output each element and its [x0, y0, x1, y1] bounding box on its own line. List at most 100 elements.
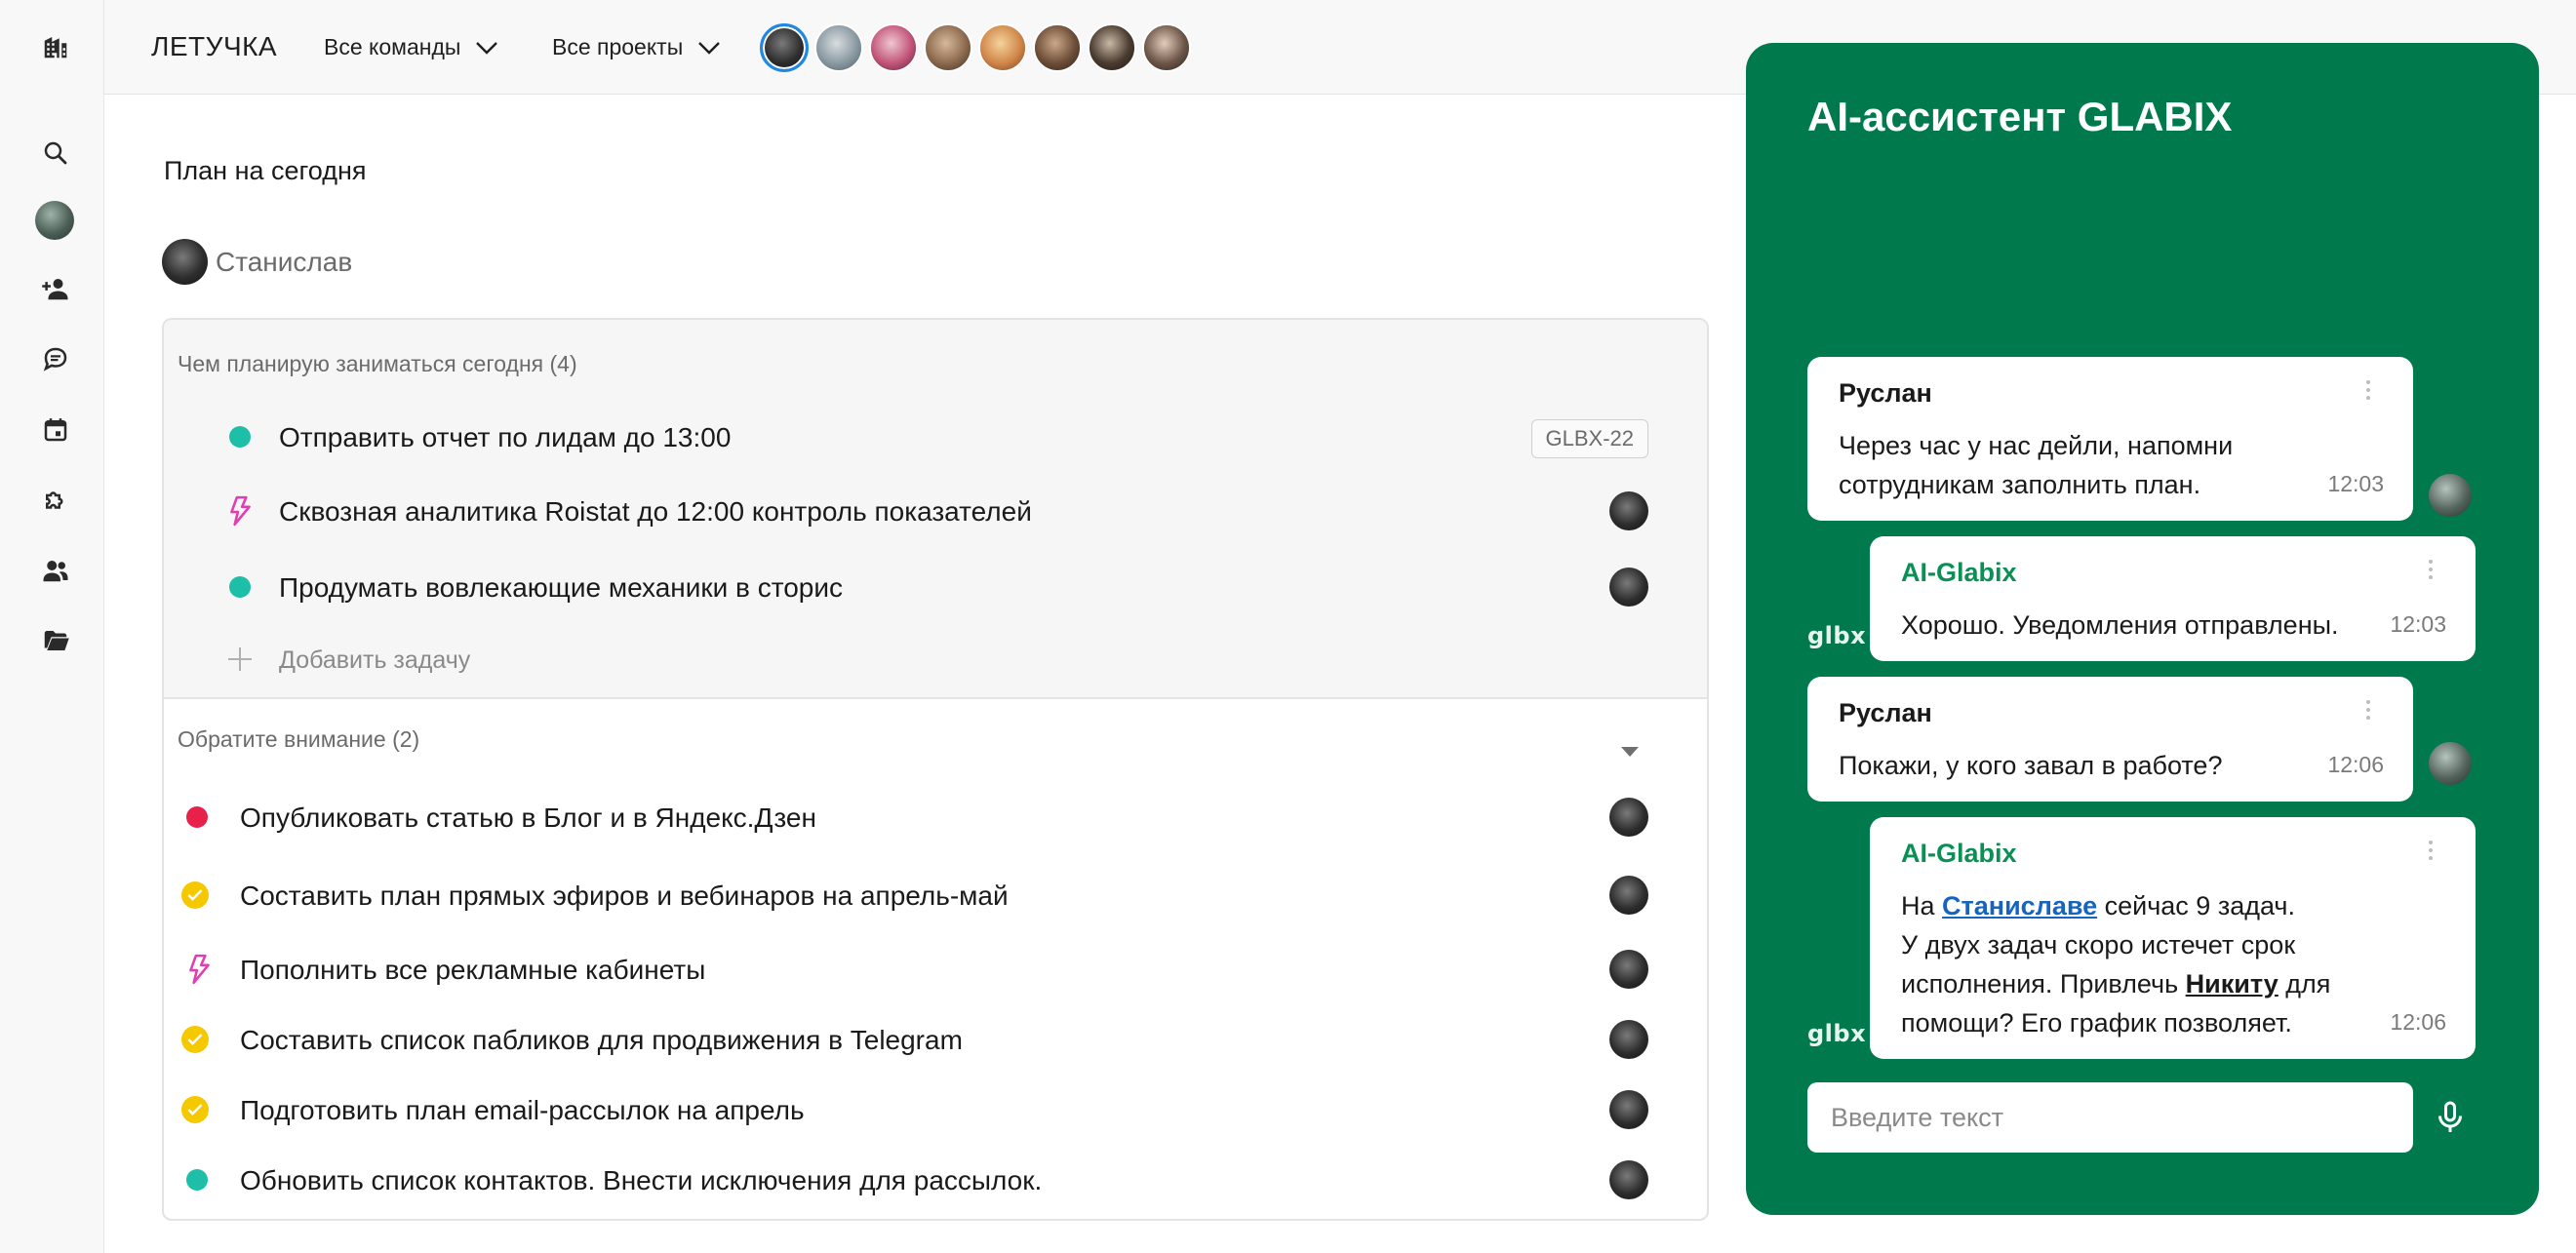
- message-author: AI-Glabix: [1901, 839, 2017, 868]
- attention-section-title: Обратите внимание (2): [178, 726, 420, 752]
- task-row[interactable]: Пополнить все рекламные кабинеты: [164, 940, 1707, 998]
- task-row[interactable]: Обновить список контактов. Внести исключ…: [164, 1151, 1707, 1209]
- task-text: Составить план прямых эфиров и вебинаров…: [240, 881, 1009, 911]
- message-line: помощи? Его график позволяет.: [1901, 1008, 2292, 1038]
- assignee-avatar[interactable]: [1609, 491, 1648, 530]
- more-options-icon[interactable]: [2429, 841, 2433, 860]
- task-text: Продумать вовлекающие механики в сторис: [279, 572, 844, 603]
- teams-dropdown[interactable]: Все команды: [324, 34, 499, 60]
- microphone-icon[interactable]: [2429, 1096, 2472, 1139]
- person-header[interactable]: Станислав: [162, 239, 352, 285]
- status-dot-icon: [226, 423, 254, 450]
- message-line: Через час у нас дейли, напомни: [1839, 431, 2234, 460]
- people-icon[interactable]: [32, 547, 79, 594]
- page-title: План на сегодня: [164, 156, 367, 185]
- ai-assistant-panel: AI-ассистент GLABIX Руслан Через час у н…: [1746, 43, 2539, 1215]
- chat-message: Руслан Покажи, у кого завал в работе? 12…: [1807, 677, 2413, 802]
- message-time: 12:03: [2327, 471, 2384, 496]
- lightning-icon: [226, 495, 254, 527]
- check-icon: [181, 1096, 209, 1123]
- add-task-label: Добавить задачу: [279, 646, 471, 674]
- avatar[interactable]: [1142, 23, 1191, 72]
- assignee-avatar[interactable]: [1609, 876, 1648, 915]
- today-section-title: Чем планирую заниматься сегодня (4): [178, 351, 577, 376]
- message-line: Покажи, у кого завал в работе?: [1839, 751, 2223, 780]
- puzzle-icon[interactable]: [32, 477, 79, 524]
- task-row[interactable]: Подготовить план email-рассылок на апрел…: [164, 1080, 1707, 1139]
- task-row[interactable]: Сквозная аналитика Roistat до 12:00 конт…: [164, 482, 1707, 540]
- search-icon[interactable]: [32, 130, 79, 176]
- collapse-arrow-icon[interactable]: [1621, 747, 1639, 757]
- building-icon[interactable]: [32, 23, 79, 70]
- app-root: ЛЕТУЧКА Все команды Все проекты План на …: [0, 0, 2576, 1253]
- glbx-logo: glbx: [1807, 622, 1867, 649]
- message-time: 12:03: [2390, 611, 2446, 637]
- check-icon: [181, 1026, 209, 1053]
- message-time: 12:06: [2327, 752, 2384, 777]
- more-options-icon[interactable]: [2429, 560, 2433, 579]
- task-text: Составить список пабликов для продвижени…: [240, 1025, 963, 1055]
- more-options-icon[interactable]: [2366, 380, 2370, 400]
- task-row[interactable]: Опубликовать статью в Блог и в Яндекс.Дз…: [164, 788, 1707, 846]
- add-task-button[interactable]: Добавить задачу: [164, 630, 1707, 688]
- avatar[interactable]: [924, 23, 972, 72]
- status-dot-icon: [183, 1166, 211, 1194]
- assignee-avatar[interactable]: [1609, 950, 1648, 989]
- mention-link[interactable]: Станиславе: [1942, 891, 2097, 920]
- message-time: 12:06: [2390, 1009, 2446, 1035]
- avatar[interactable]: [1088, 23, 1136, 72]
- projects-dropdown[interactable]: Все проекты: [552, 34, 722, 60]
- task-text: Обновить список контактов. Внести исключ…: [240, 1165, 1043, 1195]
- tasks-panel: Чем планирую заниматься сегодня (4) Отпр…: [162, 318, 1709, 1221]
- plus-icon: [226, 646, 254, 673]
- task-row[interactable]: Составить список пабликов для продвижени…: [164, 1010, 1707, 1069]
- ai-assistant-title: AI-ассистент GLABIX: [1807, 94, 2233, 139]
- message-author: AI-Glabix: [1901, 558, 2017, 587]
- task-row[interactable]: Составить план прямых эфиров и вебинаров…: [164, 866, 1707, 924]
- avatar[interactable]: [869, 23, 918, 72]
- avatar[interactable]: [978, 23, 1027, 72]
- avatar: [2427, 740, 2474, 787]
- more-options-icon[interactable]: [2366, 700, 2370, 720]
- chat-icon[interactable]: [32, 335, 79, 382]
- chat-message: AI-Glabix Хорошо. Уведомления отправлены…: [1870, 536, 2476, 661]
- chevron-down-icon: [698, 41, 721, 55]
- assignee-avatar[interactable]: [1609, 1020, 1648, 1059]
- chat-message: AI-Glabix На Станиславе сейчас 9 задач. …: [1870, 817, 2476, 1059]
- avatar[interactable]: [1033, 23, 1082, 72]
- avatar: [2427, 472, 2474, 519]
- chevron-down-icon: [476, 41, 498, 55]
- task-text: Опубликовать статью в Блог и в Яндекс.Дз…: [240, 803, 816, 833]
- projects-dropdown-label: Все проекты: [552, 34, 684, 59]
- task-tag[interactable]: GLBX-22: [1530, 419, 1648, 458]
- message-line: На Станиславе сейчас 9 задач.: [1901, 891, 2295, 920]
- assignee-avatar[interactable]: [1609, 568, 1648, 607]
- person-name: Станислав: [216, 246, 353, 277]
- task-row[interactable]: Отправить отчет по лидам до 13:00 GLBX-2…: [164, 408, 1707, 466]
- message-author: Руслан: [1839, 698, 1932, 727]
- status-dot-icon: [226, 573, 254, 601]
- status-dot-icon: [183, 803, 211, 831]
- message-input[interactable]: [1807, 1082, 2413, 1153]
- assignee-avatar[interactable]: [1609, 798, 1648, 837]
- message-line: Хорошо. Уведомления отправлены.: [1901, 610, 2339, 640]
- task-row[interactable]: Продумать вовлекающие механики в сторис: [164, 558, 1707, 616]
- assignee-avatar[interactable]: [1609, 1160, 1648, 1199]
- brand-logo[interactable]: ЛЕТУЧКА: [151, 31, 277, 62]
- task-text: Отправить отчет по лидам до 13:00: [279, 422, 732, 452]
- mention-link[interactable]: Никиту: [2186, 969, 2279, 998]
- avatar[interactable]: [35, 201, 74, 240]
- calendar-icon[interactable]: [32, 407, 79, 453]
- task-text: Сквозная аналитика Roistat до 12:00 конт…: [279, 496, 1032, 527]
- left-sidebar: [0, 0, 104, 1253]
- task-text: Пополнить все рекламные кабинеты: [240, 955, 706, 985]
- teams-dropdown-label: Все команды: [324, 34, 461, 59]
- add-user-icon[interactable]: [32, 265, 79, 312]
- glbx-logo: glbx: [1807, 1020, 1867, 1047]
- folder-icon[interactable]: [32, 617, 79, 664]
- avatar[interactable]: [760, 23, 809, 72]
- today-section: Чем планирую заниматься сегодня (4) Отпр…: [164, 320, 1707, 699]
- check-icon: [181, 881, 209, 909]
- assignee-avatar[interactable]: [1609, 1090, 1648, 1129]
- avatar[interactable]: [814, 23, 863, 72]
